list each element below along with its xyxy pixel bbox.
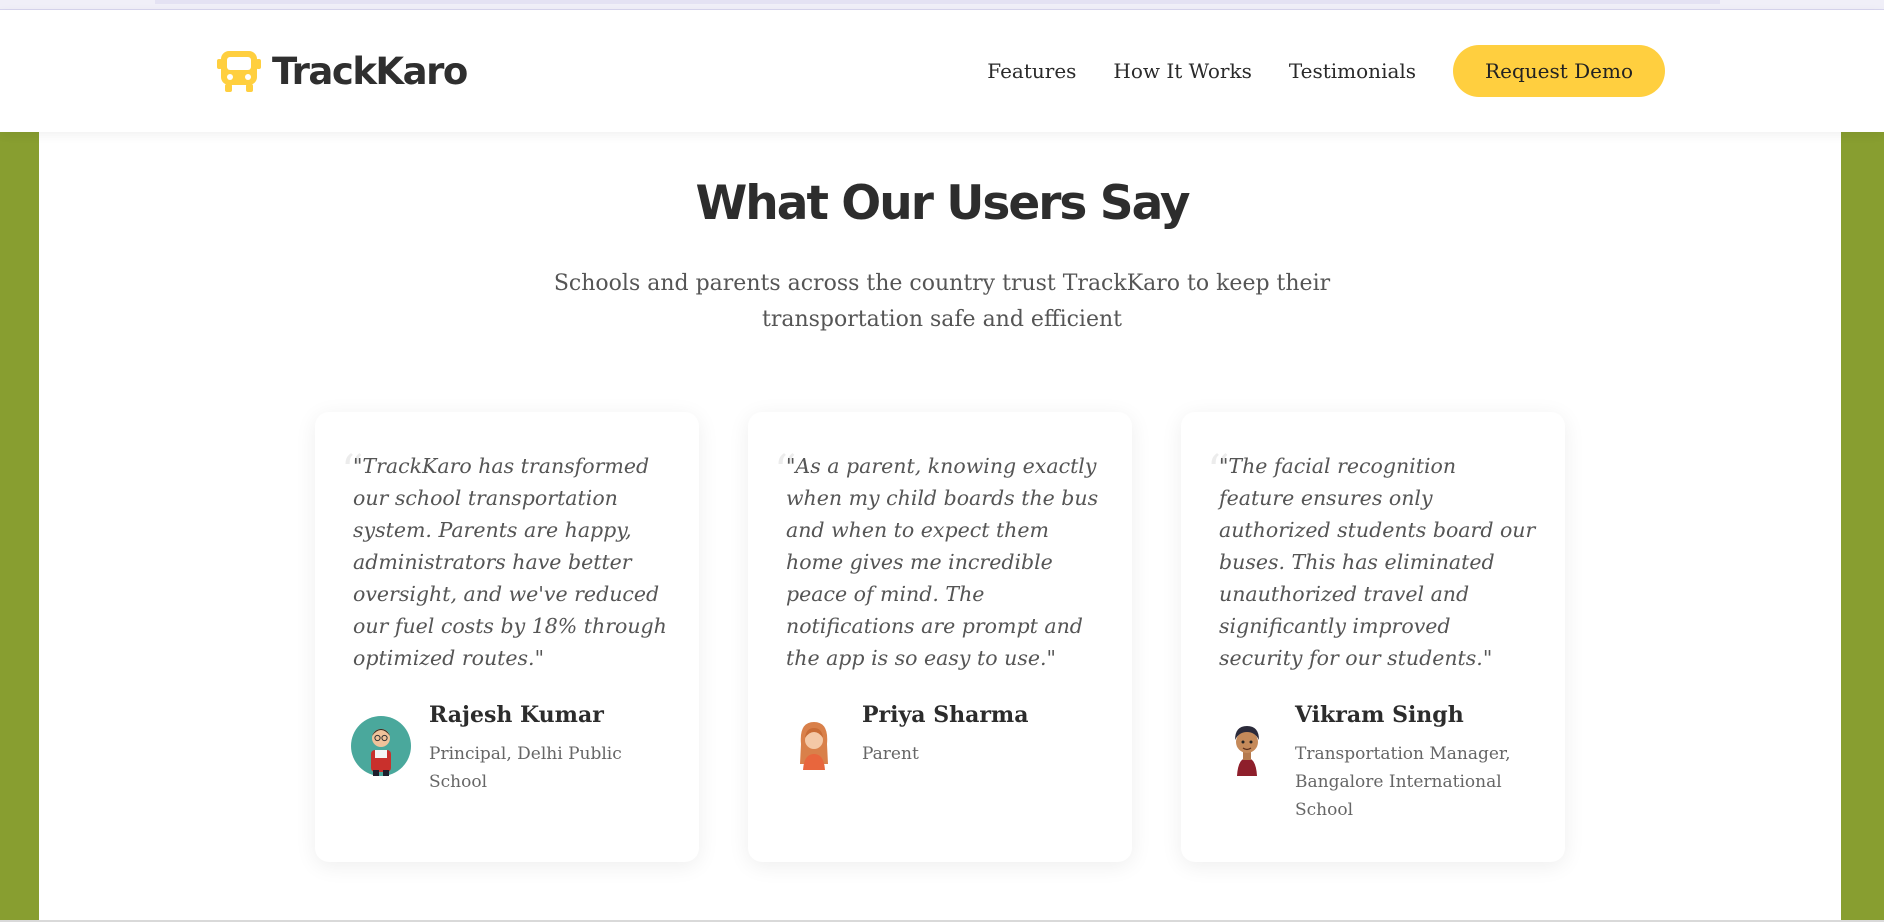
author-name: Rajesh Kumar — [429, 702, 604, 728]
browser-top-strip — [0, 0, 1884, 10]
side-accent-right — [1841, 132, 1884, 922]
man-avatar-icon — [1235, 726, 1259, 776]
logo[interactable]: TrackKaro — [216, 48, 468, 94]
testimonial-quote: "TrackKaro has transformed our school tr… — [353, 454, 667, 670]
testimonial-quote: "The facial recognition feature ensures … — [1219, 454, 1536, 670]
nav-link-how-it-works[interactable]: How It Works — [1113, 59, 1251, 83]
author-role: Transportation Manager, Bangalore Intern… — [1295, 744, 1511, 820]
bus-icon — [217, 51, 261, 92]
nav-link-testimonials[interactable]: Testimonials — [1289, 59, 1416, 83]
request-demo-button[interactable]: Request Demo — [1453, 45, 1665, 97]
section-subtitle: Schools and parents across the country t… — [553, 271, 1331, 332]
main-nav: Features How It Works Testimonials Reque… — [987, 10, 1884, 132]
author-name: Priya Sharma — [862, 702, 1029, 728]
browser-top-strip-inner — [155, 0, 1720, 4]
author-role: Principal, Delhi Public School — [429, 744, 622, 792]
author-role: Parent — [862, 744, 919, 764]
logo-text: TrackKaro — [272, 49, 468, 93]
section-title: What Our Users Say — [695, 176, 1190, 231]
testimonial-card: “ "The facial recognition feature ensure… — [1181, 412, 1565, 862]
woman-avatar-icon — [800, 722, 828, 770]
site-header: TrackKaro Features How It Works Testimon… — [0, 10, 1884, 132]
testimonial-card: “ "As a parent, knowing exactly when my … — [748, 412, 1132, 862]
man-avatar-icon — [351, 716, 411, 776]
testimonial-card: “ "TrackKaro has transformed our school … — [315, 412, 699, 862]
author-name: Vikram Singh — [1295, 702, 1464, 728]
side-accent-left — [0, 132, 39, 922]
nav-link-features[interactable]: Features — [987, 59, 1076, 83]
testimonial-quote: "As a parent, knowing exactly when my ch… — [786, 454, 1099, 670]
